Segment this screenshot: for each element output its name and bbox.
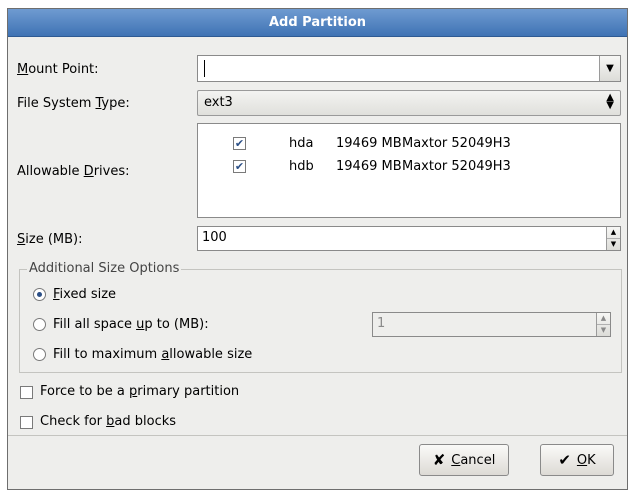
drive-row-hdb[interactable]: ✔ hdb 19469 MB Maxtor 52049H3 <box>198 157 620 177</box>
fs-type-select[interactable]: ext3 ▲ ▼ <box>197 90 621 116</box>
drive-row-hda[interactable]: ✔ hda 19469 MB Maxtor 52049H3 <box>198 134 620 154</box>
button-separator <box>8 435 627 436</box>
drives-label: Allowable Drives: <box>17 164 130 179</box>
dialog-title: Add Partition <box>8 9 627 37</box>
drive-name: hda <box>289 136 314 151</box>
drive-name: hdb <box>289 159 314 174</box>
fill-upto-decrement-button[interactable]: ▼ <box>597 325 610 337</box>
add-partition-dialog: Add Partition Mount Point: ▼ File System… <box>7 8 628 490</box>
cancel-button[interactable]: ✘ Cancel <box>419 444 509 476</box>
fill-upto-label[interactable]: Fill all space up to (MB): <box>53 317 209 332</box>
drive-hda-checkbox[interactable]: ✔ <box>233 137 246 150</box>
drive-size: 19469 MB <box>336 136 402 151</box>
mount-point-combo[interactable]: ▼ <box>197 55 621 82</box>
mount-point-dropdown-button[interactable]: ▼ <box>599 56 620 81</box>
fill-upto-input[interactable]: 1 <box>377 316 385 331</box>
fixed-size-radio[interactable] <box>33 288 46 301</box>
bad-blocks-checkbox[interactable] <box>20 416 33 429</box>
size-label: Size (MB): <box>17 232 83 247</box>
fill-max-radio[interactable] <box>33 348 46 361</box>
drive-model: Maxtor 52049H3 <box>402 136 511 151</box>
fill-upto-spinbutton[interactable]: 1 ▲ ▼ <box>372 312 611 337</box>
size-decrement-button[interactable]: ▼ <box>607 239 620 251</box>
drive-size: 19469 MB <box>336 159 402 174</box>
drive-model: Maxtor 52049H3 <box>402 159 511 174</box>
bad-blocks-label[interactable]: Check for bad blocks <box>40 414 176 429</box>
chevron-down-icon: ▼ <box>606 63 614 74</box>
size-spinbutton[interactable]: 100 ▲ ▼ <box>197 226 621 251</box>
size-input[interactable]: 100 <box>202 230 227 245</box>
ok-hand-icon: ✔ <box>558 451 571 469</box>
size-increment-button[interactable]: ▲ <box>607 227 620 239</box>
option-menu-arrows-icon: ▲ ▼ <box>606 92 614 111</box>
cancel-label: Cancel <box>451 452 496 468</box>
fixed-size-label[interactable]: Fixed size <box>53 287 116 302</box>
mount-point-label: Mount Point: <box>17 62 99 77</box>
fill-upto-increment-button[interactable]: ▲ <box>597 313 610 325</box>
fs-type-value: ext3 <box>204 95 233 110</box>
drive-hdb-checkbox[interactable]: ✔ <box>233 160 246 173</box>
primary-partition-label[interactable]: Force to be a primary partition <box>40 384 239 399</box>
fs-type-label: File System Type: <box>17 96 130 111</box>
size-options-title: Additional Size Options <box>27 261 182 276</box>
ok-label: OK <box>576 452 596 468</box>
fill-upto-radio[interactable] <box>33 318 46 331</box>
text-cursor <box>204 60 205 77</box>
drives-list[interactable]: ✔ hda 19469 MB Maxtor 52049H3 ✔ hdb 1946… <box>197 123 621 218</box>
ok-button[interactable]: ✔ OK <box>540 444 614 476</box>
primary-partition-checkbox[interactable] <box>20 386 33 399</box>
fill-max-label[interactable]: Fill to maximum allowable size <box>53 347 252 362</box>
cancel-x-icon: ✘ <box>432 451 446 469</box>
